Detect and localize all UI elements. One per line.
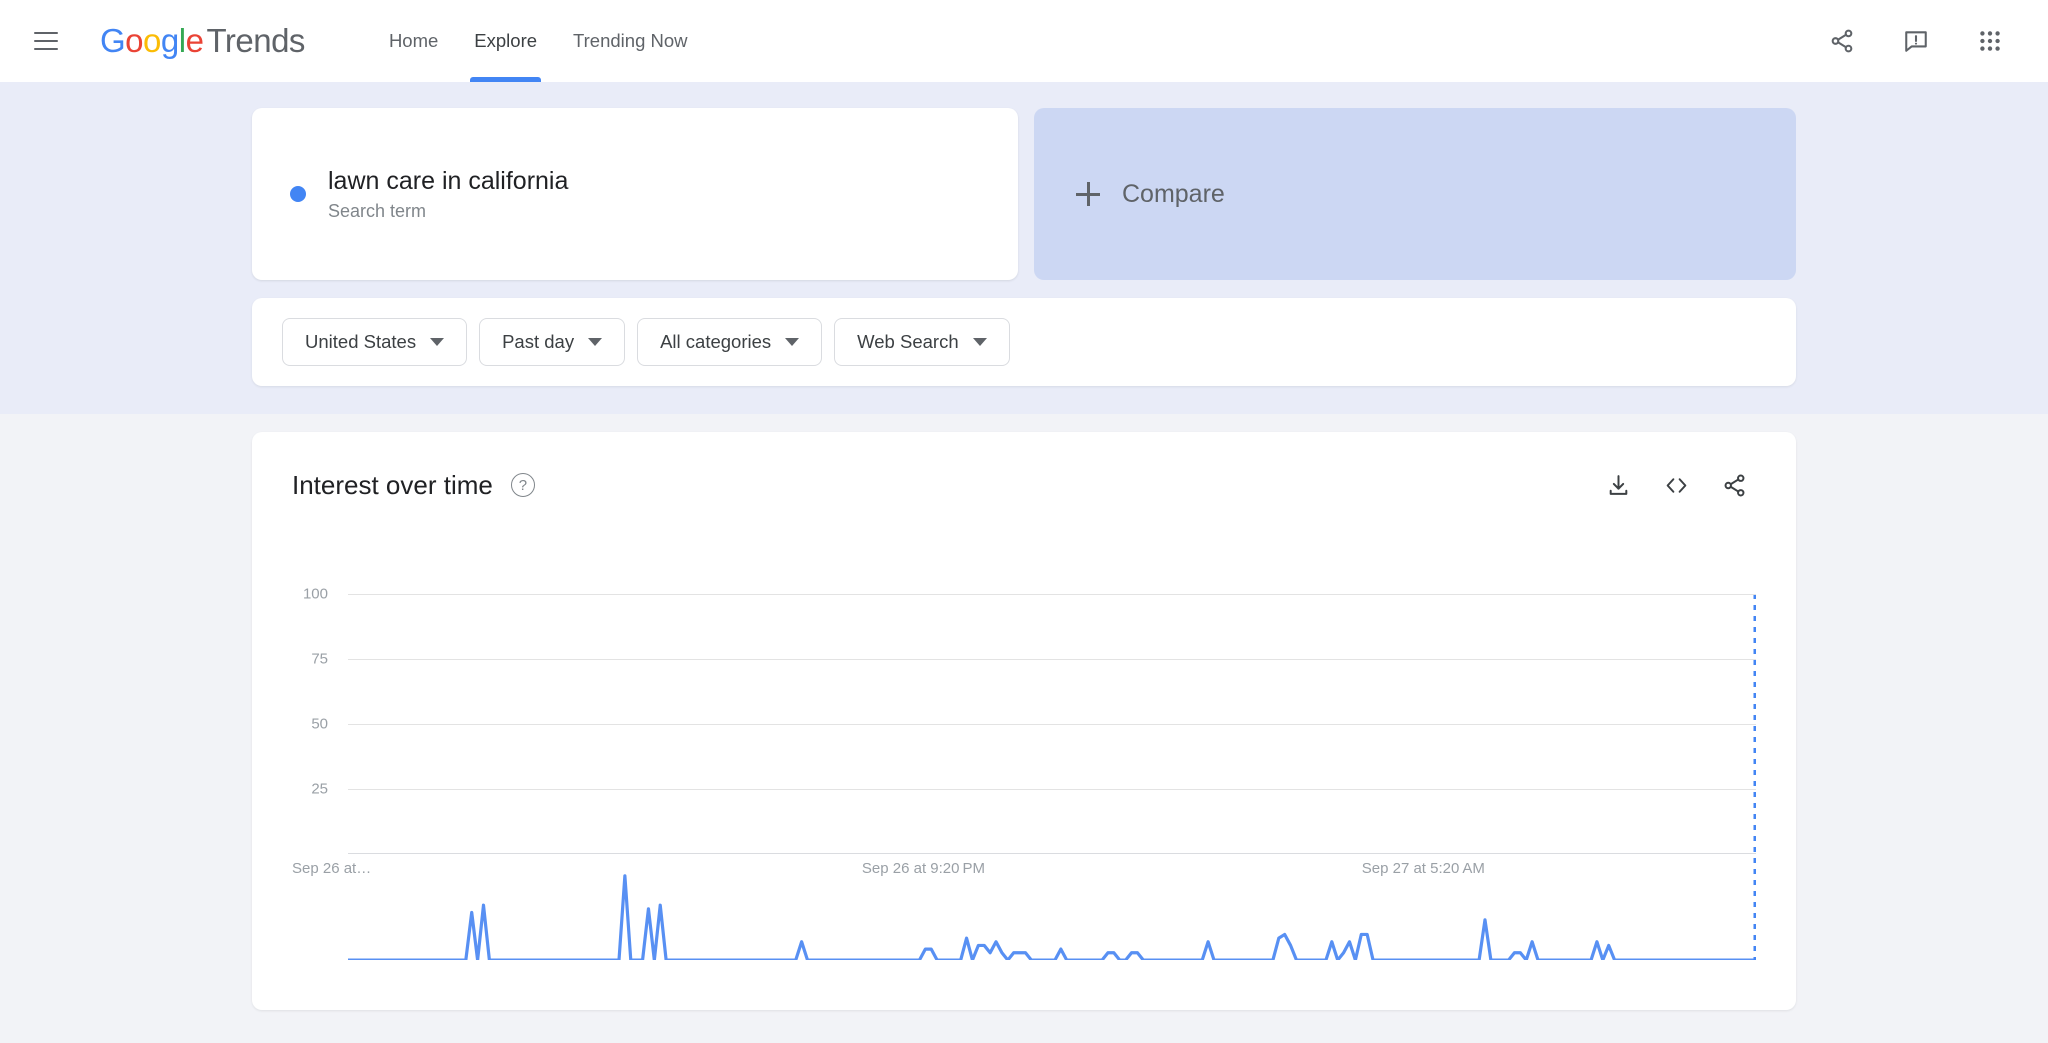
share-icon[interactable] <box>1816 15 1868 67</box>
trend-line-chart[interactable] <box>348 594 1756 960</box>
series-color-dot <box>290 186 306 202</box>
chevron-down-icon <box>785 338 800 346</box>
query-band: lawn care in california Search term Comp… <box>0 82 2048 414</box>
interest-over-time-card: Interest over time ? 100 75 50 25 Sep 26… <box>252 432 1796 1010</box>
nav-item-label: Explore <box>474 29 538 51</box>
query-band-inner: lawn care in california Search term Comp… <box>252 108 1796 386</box>
search-term-text: lawn care in california Search term <box>328 166 568 222</box>
chart-gridline <box>348 789 1756 790</box>
plus-icon <box>1076 182 1100 206</box>
feedback-icon[interactable] <box>1890 15 1942 67</box>
hamburger-bar <box>34 39 58 42</box>
chart-gridline <box>348 659 1756 660</box>
search-term-value: lawn care in california <box>328 166 569 195</box>
logo-letter: G <box>100 21 126 59</box>
time-range-filter-label: Past day <box>502 331 575 352</box>
search-term-card[interactable]: lawn care in california Search term <box>252 108 1018 280</box>
y-axis: 100 75 50 25 <box>292 586 338 854</box>
logo-letter: e <box>185 21 204 59</box>
chart-plot-area: 100 75 50 25 Sep 26 at… Sep 26 at 9:20 PM Sep… <box>292 586 1756 854</box>
y-axis-tick-label: 100 <box>302 585 328 603</box>
page-title: Interest over time <box>292 469 493 500</box>
time-range-filter[interactable]: Past day <box>479 318 626 366</box>
nav-item-label: Trending Now <box>573 29 688 51</box>
nav-item-trending-now[interactable]: Trending Now <box>555 0 705 82</box>
chart-header: Interest over time ? <box>292 462 1756 508</box>
nav-item-explore[interactable]: Explore <box>456 0 555 82</box>
chart-baseline <box>348 853 1756 854</box>
hamburger-bar <box>34 47 58 50</box>
hamburger-bar <box>34 31 58 34</box>
category-filter[interactable]: All categories <box>637 318 823 366</box>
filter-bar: United States Past day All categories We… <box>252 298 1796 386</box>
category-filter-label: All categories <box>660 331 772 352</box>
logo-letter: o <box>143 21 161 59</box>
search-type-filter-label: Web Search <box>857 331 959 352</box>
help-question-icon[interactable]: ? <box>510 473 535 497</box>
google-apps-icon[interactable] <box>1964 15 2016 67</box>
compare-label: Compare <box>1122 179 1225 208</box>
y-axis-tick-label: 75 <box>311 650 328 668</box>
nav-item-label: Home <box>388 29 439 51</box>
search-term-type: Search term <box>328 201 427 222</box>
logo-product-name: Trends <box>206 21 305 59</box>
trend-line-series <box>348 876 1756 960</box>
chart-gridline <box>348 594 1756 595</box>
logo-letter: o <box>125 21 144 59</box>
chevron-down-icon <box>430 338 445 346</box>
location-filter[interactable]: United States <box>282 318 468 366</box>
download-icon[interactable] <box>1596 463 1640 507</box>
chevron-down-icon <box>972 338 987 346</box>
chevron-down-icon <box>588 338 603 346</box>
google-trends-logo[interactable]: Go o g l e Trends <box>100 22 305 60</box>
logo-letter: g <box>160 21 179 59</box>
hamburger-menu-icon[interactable] <box>22 17 70 65</box>
compare-button[interactable]: Compare <box>1034 108 1796 280</box>
main-content: Interest over time ? 100 75 50 25 Sep 26… <box>0 414 2048 1043</box>
embed-code-icon[interactable] <box>1654 463 1698 507</box>
search-type-filter[interactable]: Web Search <box>834 318 1010 366</box>
location-filter-label: United States <box>305 331 417 352</box>
chart-gridline <box>348 724 1756 725</box>
main-navigation: Home Explore Trending Now <box>371 0 706 82</box>
y-axis-tick-label: 50 <box>311 715 328 733</box>
nav-item-home[interactable]: Home <box>371 0 456 82</box>
query-cards-row: lawn care in california Search term Comp… <box>252 108 1796 280</box>
share-icon[interactable] <box>1712 463 1756 507</box>
app-header: Go o g l e Trends Home Explore Trending Now <box>0 0 2048 82</box>
y-axis-tick-label: 25 <box>311 780 328 798</box>
logo-letter: l <box>178 21 186 59</box>
